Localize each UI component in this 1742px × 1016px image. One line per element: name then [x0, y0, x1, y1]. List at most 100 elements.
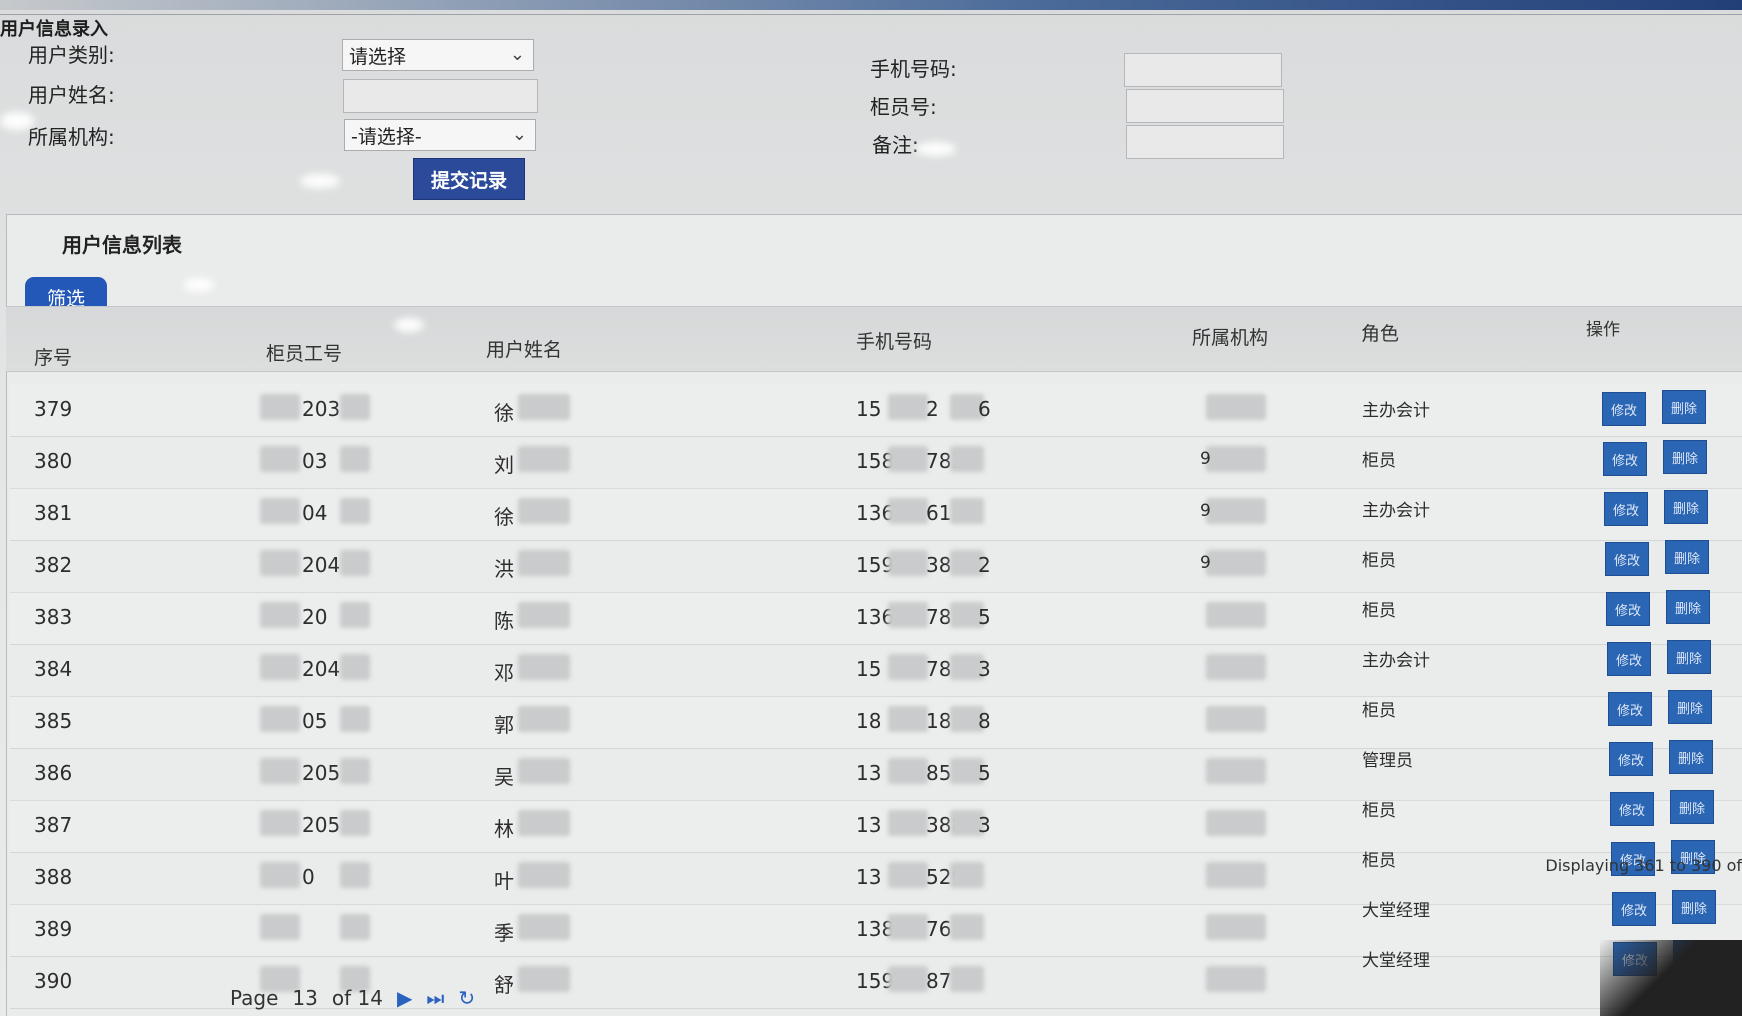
cell-teller-no: 03 [302, 449, 328, 473]
screen-glare [394, 318, 424, 332]
delete-button[interactable]: 删除 [1672, 890, 1716, 924]
delete-button[interactable]: 删除 [1667, 640, 1711, 674]
col-phone[interactable]: 手机号码 [856, 327, 932, 354]
redaction-blur [1206, 602, 1266, 628]
redaction-blur [518, 706, 570, 732]
remark-input[interactable] [1126, 125, 1284, 159]
redaction-blur [340, 810, 370, 836]
delete-button[interactable]: 删除 [1669, 740, 1713, 774]
cell-phone-tail: 2 [978, 553, 991, 577]
edit-button[interactable]: 修改 [1610, 792, 1654, 826]
col-user-name[interactable]: 用户姓名 [486, 335, 562, 362]
col-org[interactable]: 所属机构 [1192, 323, 1268, 350]
cell-user-name: 舒 [494, 973, 514, 997]
cell-role: 柜员 [1362, 451, 1396, 471]
user-type-select[interactable]: 请选择 ⌄ [342, 39, 534, 71]
table-row[interactable]: 383 20 陈 136 78 5 柜员 修改 删除 [10, 590, 1742, 645]
cell-role: 管理员 [1362, 751, 1413, 771]
table-row[interactable]: 382 204 洪 159 38 2 9 柜员 修改 删除 [10, 540, 1742, 593]
cell-phone-tail: 3 [978, 657, 991, 681]
table-row[interactable]: 386 205 吴 13 85 5 管理员 修改 删除 [10, 740, 1742, 801]
cell-user-name: 徐 [494, 401, 514, 425]
user-type-value: 请选择 [349, 46, 407, 68]
screen-glare [300, 174, 340, 188]
redaction-blur [518, 602, 570, 628]
next-page-icon[interactable]: ▶ [397, 986, 412, 1010]
page-total: of 14 [331, 986, 383, 1010]
cell-role: 大堂经理 [1362, 951, 1430, 971]
cell-org: 9 [1200, 449, 1211, 469]
redaction-blur [888, 498, 928, 524]
edit-button[interactable]: 修改 [1608, 692, 1652, 726]
redaction-blur [518, 758, 570, 784]
redaction-blur [260, 914, 300, 940]
cell-role: 大堂经理 [1362, 901, 1430, 921]
delete-button[interactable]: 删除 [1662, 390, 1706, 424]
table-row[interactable]: 380 03 刘 158 782 9 柜员 修改 删除 [10, 436, 1742, 489]
org-label: 所属机构: [28, 125, 115, 149]
col-seq[interactable]: 序号 [34, 343, 72, 370]
redaction-blur [340, 498, 370, 524]
delete-button[interactable]: 删除 [1670, 790, 1714, 824]
teller-no-input[interactable] [1126, 89, 1284, 123]
table-row[interactable]: 381 04 徐 136 61 9 主办会计 修改 删除 [10, 488, 1742, 541]
redaction-blur [340, 862, 370, 888]
table-row[interactable]: 385 05 郭 18 18 8 柜员 修改 删除 [10, 690, 1742, 749]
last-page-icon[interactable]: ⏭ [426, 986, 444, 1010]
user-name-label: 用户姓名: [28, 83, 115, 107]
page-number-input[interactable]: 13 [292, 986, 317, 1010]
redaction-blur [1206, 394, 1266, 420]
edit-button[interactable]: 修改 [1606, 592, 1650, 626]
edit-button[interactable]: 修改 [1609, 742, 1653, 776]
delete-button[interactable]: 删除 [1663, 440, 1707, 474]
redaction-blur [260, 654, 300, 680]
redaction-blur [950, 862, 984, 888]
cell-phone-tail: 5 [978, 605, 991, 629]
table-row[interactable]: 384 204 邓 15 78 3 主办会计 修改 删除 [10, 640, 1742, 697]
delete-button[interactable]: 删除 [1664, 490, 1708, 524]
delete-button[interactable]: 删除 [1666, 590, 1710, 624]
phone-input[interactable] [1124, 53, 1282, 87]
edit-button[interactable]: 修改 [1602, 392, 1646, 426]
redaction-blur [260, 758, 300, 784]
edit-button[interactable]: 修改 [1612, 892, 1656, 926]
cell-phone-mid: 78 [926, 605, 952, 629]
submit-record-button[interactable]: 提交记录 [413, 158, 525, 200]
redaction-blur [340, 602, 370, 628]
cell-teller-no: 204 [302, 553, 341, 577]
cell-seq: 388 [34, 865, 73, 889]
table-row[interactable]: 387 205 林 13 388 3 柜员 修改 删除 [10, 790, 1742, 853]
cell-teller-no: 205 [302, 761, 341, 785]
col-teller-no[interactable]: 柜员工号 [266, 339, 342, 366]
table-row[interactable]: 389 季 138 76 大堂经理 修改 删除 [10, 890, 1742, 957]
edit-button[interactable]: 修改 [1607, 642, 1651, 676]
edit-button[interactable]: 修改 [1604, 492, 1648, 526]
cell-role: 柜员 [1362, 851, 1396, 871]
redaction-blur [340, 550, 370, 576]
redaction-blur [888, 602, 928, 628]
delete-button[interactable]: 删除 [1668, 690, 1712, 724]
cell-seq: 384 [34, 657, 73, 681]
cell-phone: 15 [856, 397, 882, 421]
delete-button[interactable]: 删除 [1665, 540, 1709, 574]
redaction-blur [518, 498, 570, 524]
cell-role: 主办会计 [1362, 401, 1430, 421]
monitor-bezel-corner [1600, 940, 1742, 1016]
redaction-blur [888, 966, 928, 992]
screen-glare [916, 142, 956, 156]
redaction-blur [340, 914, 370, 940]
cell-teller-no: 05 [302, 709, 328, 733]
cell-phone-tail: 8 [978, 709, 991, 733]
user-name-input[interactable] [343, 79, 538, 113]
edit-button[interactable]: 修改 [1605, 542, 1649, 576]
edit-button[interactable]: 修改 [1603, 442, 1647, 476]
refresh-icon[interactable]: ↻ [458, 986, 475, 1010]
col-role[interactable]: 角色 [1361, 319, 1399, 346]
cell-user-name: 陈 [494, 609, 514, 633]
cell-phone-mid: 85 [926, 761, 952, 785]
redaction-blur [1206, 706, 1266, 732]
table-row[interactable]: 379 203 徐 15 2 6 主办会计 修改 删除 [10, 384, 1742, 437]
org-select[interactable]: -请选择- ⌄ [344, 119, 536, 151]
table-row[interactable]: 388 0 叶 13 529 柜员 修改 删除 [10, 840, 1742, 905]
redaction-blur [340, 446, 370, 472]
